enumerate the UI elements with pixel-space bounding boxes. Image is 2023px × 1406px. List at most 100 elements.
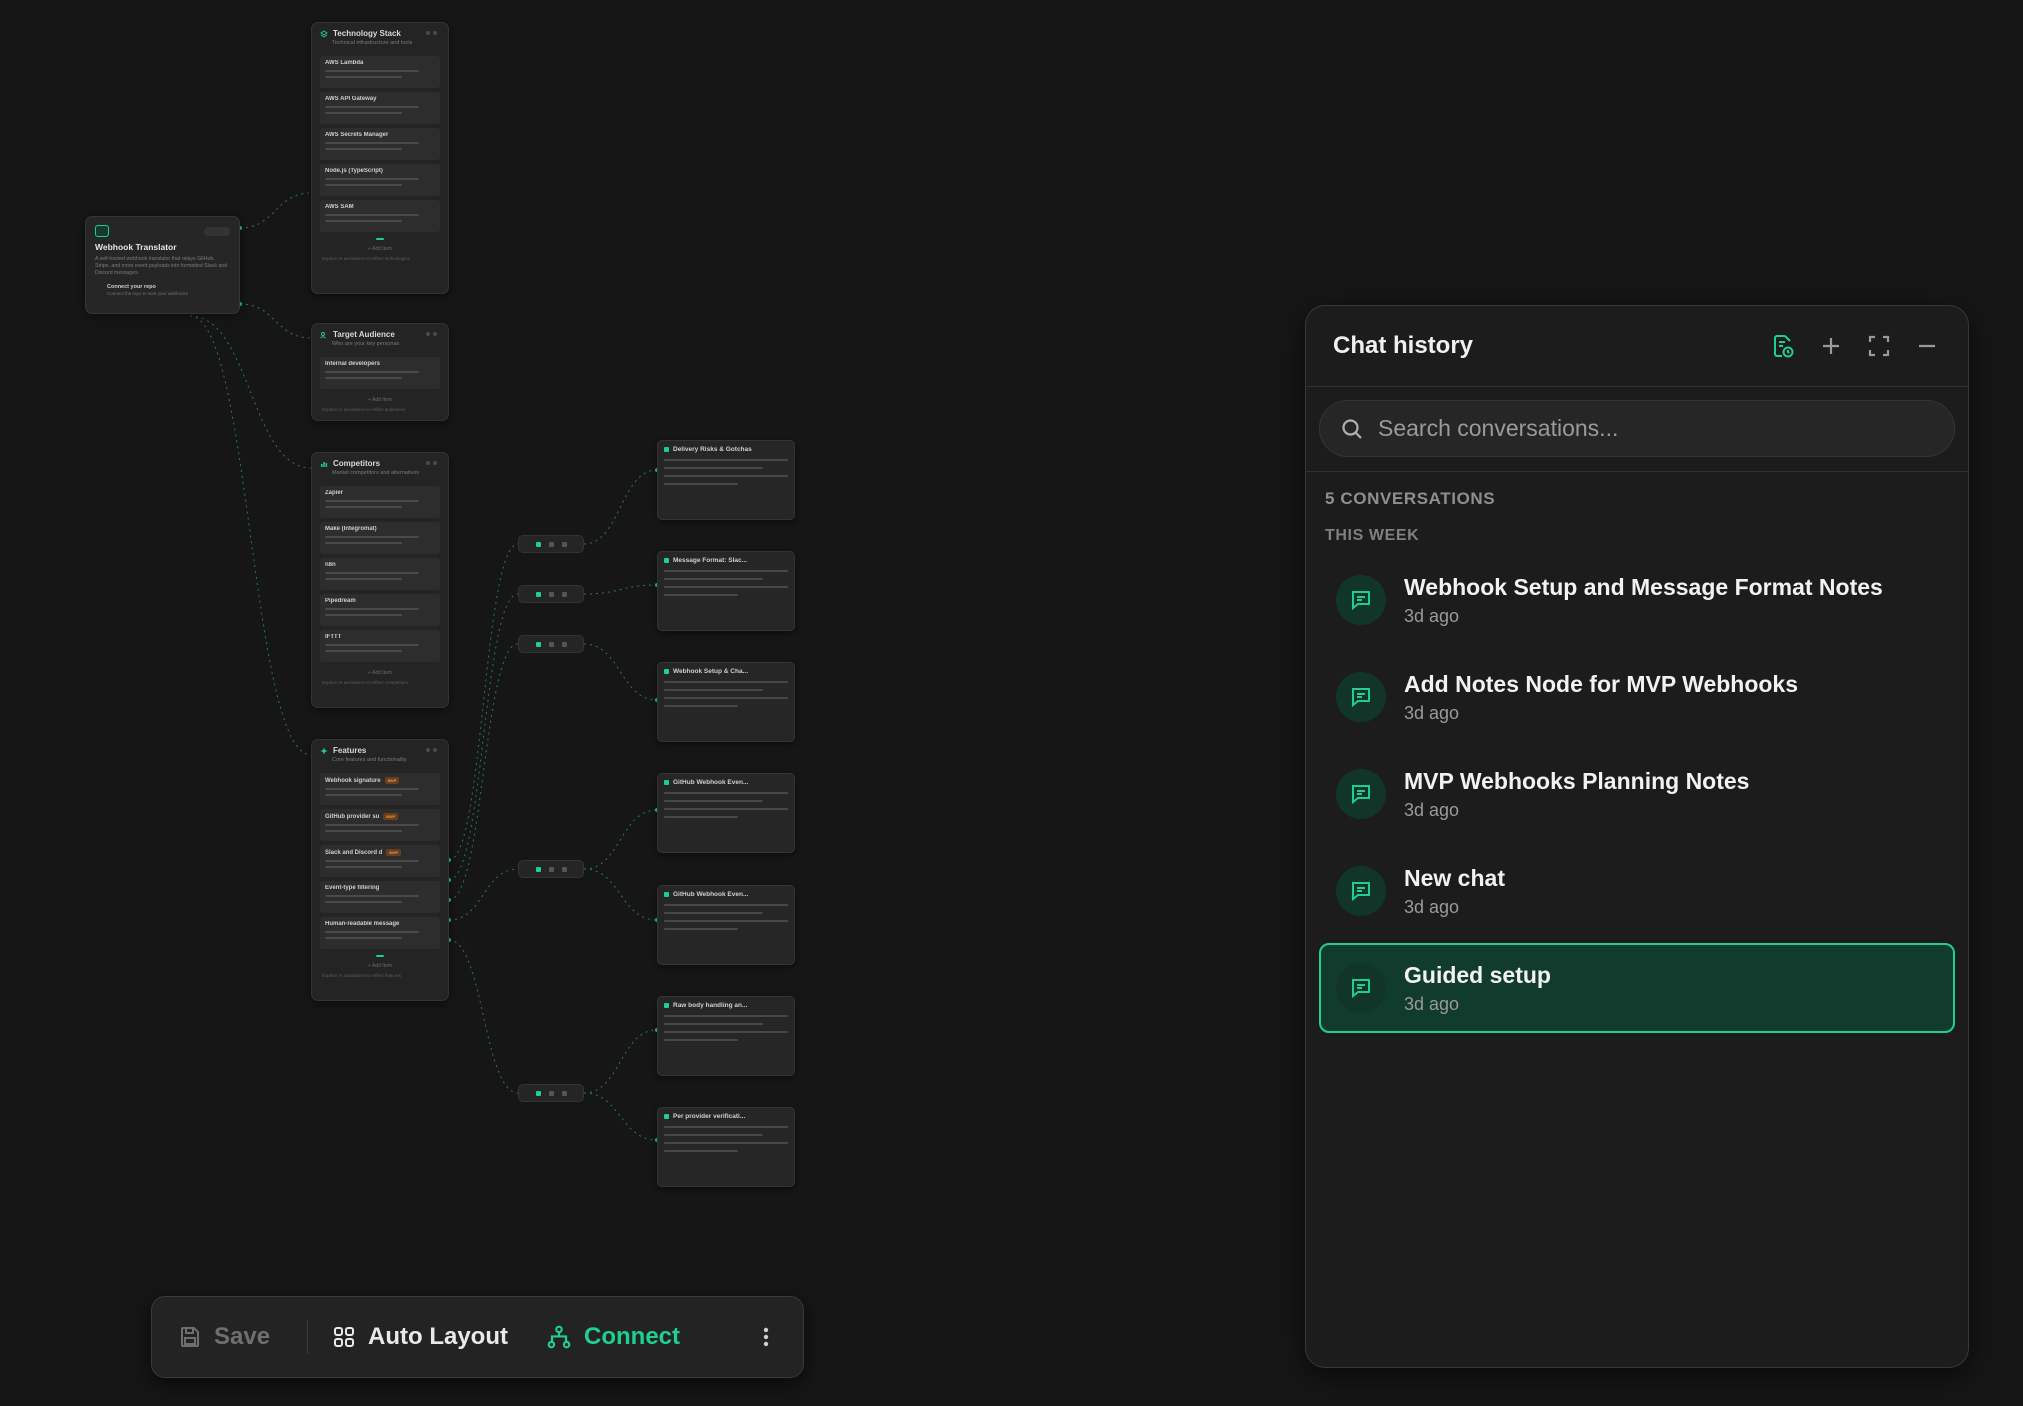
note-card[interactable]: Message Format: Slac... bbox=[657, 551, 795, 631]
node-features[interactable]: Features Core features and functionality… bbox=[311, 739, 449, 1001]
node-title: Features bbox=[333, 746, 367, 755]
conversation-title: New chat bbox=[1404, 864, 1505, 891]
list-item[interactable]: Zapier bbox=[320, 486, 440, 519]
node-actions-icon[interactable] bbox=[426, 460, 440, 467]
list-item[interactable]: AWS Lambda bbox=[320, 56, 440, 89]
edge-connector bbox=[583, 584, 658, 595]
new-chat-plus-icon[interactable] bbox=[1818, 333, 1844, 359]
node-competitors[interactable]: Competitors Market competitors and alter… bbox=[311, 452, 449, 708]
list-item[interactable]: Pipedream bbox=[320, 594, 440, 627]
note-card[interactable]: GitHub Webhook Even... bbox=[657, 885, 795, 965]
connect-label: Connect bbox=[584, 1323, 680, 1350]
node-technology-stack[interactable]: Technology Stack Technical infrastructur… bbox=[311, 22, 449, 294]
edge-connector bbox=[239, 303, 312, 339]
note-card[interactable]: Raw body handling an... bbox=[657, 996, 795, 1076]
list-item[interactable]: Event-type filtering bbox=[320, 881, 440, 914]
node-subtitle: Who are your key personas bbox=[332, 341, 400, 347]
conversation-item[interactable]: Webhook Setup and Message Format Notes 3d… bbox=[1319, 555, 1955, 645]
connect-button[interactable]: Connect bbox=[546, 1323, 716, 1351]
item-title: Pipedream bbox=[325, 598, 356, 605]
chat-bubble-icon bbox=[1336, 866, 1386, 916]
mvp-badge: MVP bbox=[383, 813, 399, 821]
list-item[interactable]: AWS API Gateway bbox=[320, 92, 440, 125]
note-card[interactable]: Per provider verificati... bbox=[657, 1107, 795, 1187]
node-target-audience[interactable]: Target Audience Who are your key persona… bbox=[311, 323, 449, 421]
item-title: Event-type filtering bbox=[325, 885, 380, 892]
sparkle-icon bbox=[320, 747, 328, 754]
item-title: AWS SAM bbox=[325, 204, 354, 211]
chat-bubble-icon bbox=[1336, 963, 1386, 1013]
list-item[interactable]: GitHub provider su MVP bbox=[320, 809, 440, 842]
mini-connector-node[interactable] bbox=[518, 635, 584, 653]
mini-connector-node[interactable] bbox=[518, 860, 584, 878]
conversation-item-active[interactable]: Guided setup 3d ago bbox=[1319, 943, 1955, 1033]
conversation-item[interactable]: MVP Webhooks Planning Notes 3d ago bbox=[1319, 749, 1955, 839]
edge-connector bbox=[583, 1029, 658, 1094]
chat-bubble-icon bbox=[1336, 672, 1386, 722]
mini-connector-node[interactable] bbox=[518, 585, 584, 603]
edge-connector bbox=[189, 315, 312, 756]
note-card[interactable]: Delivery Risks & Gotchas bbox=[657, 440, 795, 520]
item-title: Zapier bbox=[325, 490, 344, 497]
node-actions-icon[interactable] bbox=[426, 30, 440, 37]
note-title: Delivery Risks & Gotchas bbox=[673, 446, 752, 453]
project-icon bbox=[95, 225, 109, 237]
auto-layout-button[interactable]: Auto Layout bbox=[332, 1323, 546, 1351]
toolbar-divider bbox=[307, 1320, 308, 1354]
expand-icon[interactable] bbox=[1866, 333, 1892, 359]
mini-connector-node[interactable] bbox=[518, 1084, 584, 1102]
chat-bubble-icon bbox=[1336, 769, 1386, 819]
history-icon[interactable] bbox=[1770, 333, 1796, 359]
group-heading: THIS WEEK bbox=[1325, 527, 1420, 544]
conversation-item[interactable]: Add Notes Node for MVP Webhooks 3d ago bbox=[1319, 652, 1955, 742]
list-item[interactable]: Webhook signature MVP bbox=[320, 773, 440, 806]
root-node-webhook-translator[interactable]: Webhook Translator A self-hosted webhook… bbox=[85, 216, 240, 314]
note-title: GitHub Webhook Even... bbox=[673, 779, 749, 786]
note-title: Raw body handling an... bbox=[673, 1002, 748, 1009]
add-item-button[interactable]: + Add Item bbox=[312, 242, 448, 254]
list-item[interactable]: Slack and Discord d MVP bbox=[320, 845, 440, 878]
conversation-count: 5 CONVERSATIONS bbox=[1325, 489, 1496, 508]
list-item[interactable]: AWS Secrets Manager bbox=[320, 128, 440, 161]
node-actions-icon[interactable] bbox=[426, 747, 440, 754]
list-item[interactable]: IFTTT bbox=[320, 630, 440, 663]
ai-hint: Explore AI assistance to reflect audienc… bbox=[322, 407, 406, 413]
ai-hint: Explore AI assistance to reflect feature… bbox=[322, 973, 402, 979]
connect-repo-title[interactable]: Connect your repo bbox=[95, 284, 230, 290]
users-icon bbox=[320, 331, 326, 338]
list-item[interactable]: Internal developers bbox=[320, 357, 440, 390]
search-input[interactable] bbox=[1378, 415, 1934, 442]
note-card[interactable]: GitHub Webhook Even... bbox=[657, 773, 795, 853]
save-button[interactable]: Save bbox=[178, 1323, 307, 1351]
conversation-time: 3d ago bbox=[1404, 605, 1460, 626]
edit-pill[interactable] bbox=[204, 227, 230, 236]
item-title: Node.js (TypeScript) bbox=[325, 168, 383, 175]
edge-connector bbox=[583, 1092, 658, 1141]
edge-connector bbox=[448, 868, 519, 921]
node-subtitle: Core features and functionality bbox=[332, 757, 407, 763]
list-item[interactable]: Human-readable message bbox=[320, 917, 440, 950]
note-card[interactable]: Webhook Setup & Cha... bbox=[657, 662, 795, 742]
edge-connector bbox=[448, 593, 519, 881]
search-bar[interactable] bbox=[1319, 400, 1955, 457]
list-item[interactable]: n8n bbox=[320, 558, 440, 591]
conversation-time: 3d ago bbox=[1404, 896, 1460, 917]
add-item-button[interactable]: + Add Item bbox=[312, 666, 448, 678]
more-vertical-icon[interactable] bbox=[755, 1326, 777, 1348]
conversation-item[interactable]: New chat 3d ago bbox=[1319, 846, 1955, 936]
list-item[interactable]: Make (Integromat) bbox=[320, 522, 440, 555]
list-item[interactable]: Node.js (TypeScript) bbox=[320, 164, 440, 197]
root-node-description: A self-hosted webhook translator that re… bbox=[95, 256, 228, 276]
add-item-button[interactable]: + Add Item bbox=[312, 393, 448, 405]
minimize-icon[interactable] bbox=[1914, 333, 1940, 359]
mvp-badge: MVP bbox=[386, 849, 402, 857]
add-item-button[interactable]: + Add Item bbox=[312, 959, 448, 971]
edge-connector bbox=[448, 543, 519, 861]
note-title: Webhook Setup & Cha... bbox=[673, 668, 748, 675]
ai-hint: Explore AI assistance to reflect competi… bbox=[322, 680, 409, 686]
network-icon bbox=[547, 1325, 571, 1349]
chat-history-panel: Chat history 5 CONVERSATIONS THIS WEEK W bbox=[1305, 305, 1969, 1368]
list-item[interactable]: AWS SAM bbox=[320, 200, 440, 233]
node-actions-icon[interactable] bbox=[426, 331, 440, 338]
mini-connector-node[interactable] bbox=[518, 535, 584, 553]
